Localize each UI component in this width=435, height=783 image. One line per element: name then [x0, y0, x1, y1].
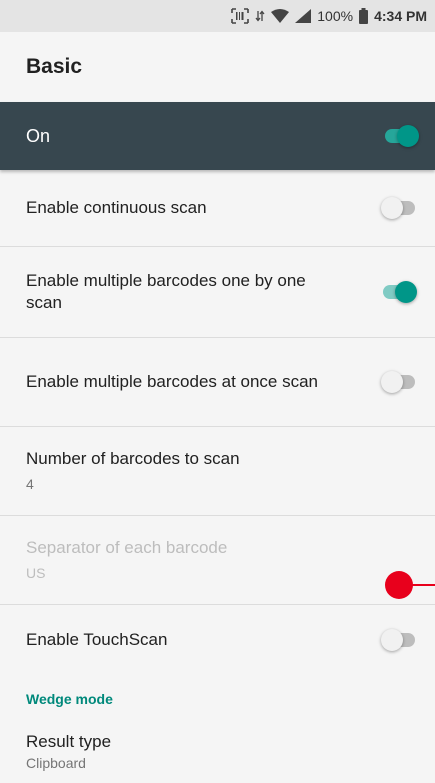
setting-title: Enable TouchScan [26, 630, 168, 649]
setting-separator: Separator of each barcode US [0, 516, 435, 605]
setting-barcode-count[interactable]: Number of barcodes to scan 4 [0, 427, 435, 516]
master-switch-bar[interactable]: On [0, 102, 435, 170]
touchscan-floating-button[interactable] [385, 571, 413, 599]
continuous-scan-toggle[interactable] [381, 197, 417, 219]
toggle-thumb [381, 629, 403, 651]
setting-multi-one-by-one[interactable]: Enable multiple barcodes one by one scan [0, 247, 435, 338]
setting-title: Result type [26, 732, 112, 751]
data-arrows-icon [255, 9, 265, 23]
master-switch-label: On [26, 125, 51, 146]
wifi-icon [271, 9, 290, 23]
toggle-thumb [395, 281, 417, 303]
master-toggle-thumb [397, 125, 419, 147]
battery-percent: 100% [317, 8, 354, 24]
app-bar: Basic [0, 32, 435, 102]
battery-icon [359, 8, 369, 24]
toggle-thumb [381, 197, 403, 219]
setting-result-type[interactable]: Result type Clipboard [0, 723, 435, 783]
setting-title: Enable continuous scan [26, 198, 207, 217]
page-title: Basic [26, 55, 83, 78]
toggle-thumb [381, 371, 403, 393]
setting-value: 4 [26, 476, 34, 492]
setting-continuous-scan[interactable]: Enable continuous scan [0, 170, 435, 247]
setting-multi-at-once[interactable]: Enable multiple barcodes at once scan [0, 338, 435, 427]
section-header-wedge-mode: Wedge mode [26, 691, 113, 707]
scanner-icon [231, 8, 250, 24]
setting-title: Separator of each barcode [26, 538, 228, 557]
settings-list: Enable continuous scan Enable multiple b… [0, 170, 435, 783]
setting-value: Clipboard [26, 755, 86, 771]
clock: 4:34 PM [374, 8, 427, 24]
cell-signal-icon [295, 9, 312, 23]
setting-touchscan[interactable]: Enable TouchScan [0, 605, 435, 675]
touchscan-toggle[interactable] [381, 629, 417, 651]
status-bar: 100% 4:34 PM [0, 0, 435, 32]
master-toggle[interactable] [383, 125, 419, 147]
multi-at-once-toggle[interactable] [381, 371, 417, 393]
setting-title: Enable multiple barcodes at once scan [26, 372, 319, 391]
setting-title: Enable multiple barcodes one by one scan [26, 271, 306, 312]
setting-value: US [26, 565, 46, 581]
multi-one-by-one-toggle[interactable] [381, 281, 417, 303]
setting-title: Number of barcodes to scan [26, 449, 240, 468]
